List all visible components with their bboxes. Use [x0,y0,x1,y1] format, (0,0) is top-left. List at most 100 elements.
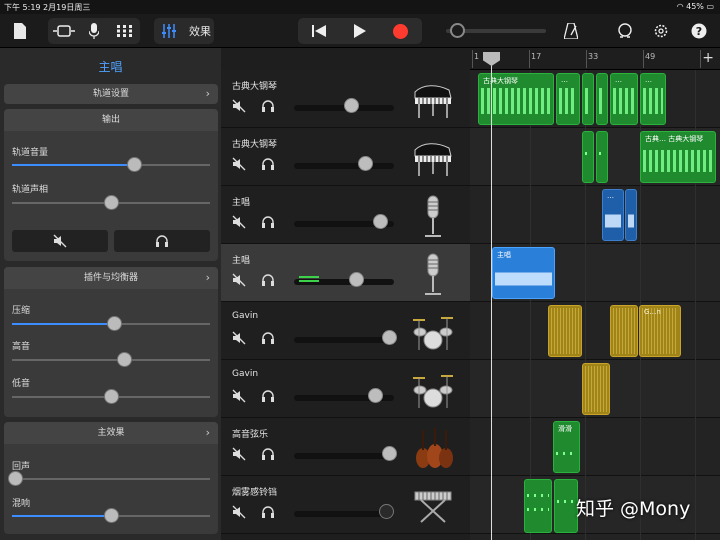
track-volume-knob[interactable] [348,272,364,287]
track-mute-icon[interactable] [231,330,247,346]
track-volume-slider[interactable] [12,157,210,172]
midi-region[interactable] [582,131,594,183]
midi-region[interactable] [554,479,578,533]
track-volume-knob[interactable] [343,98,359,113]
drummer-region[interactable]: G…n [639,305,681,357]
document-icon[interactable] [10,18,30,44]
track-header-6[interactable]: 高音弦乐 [221,418,470,476]
compressor-slider[interactable] [12,316,210,331]
drummer-region[interactable] [548,305,582,357]
help-icon[interactable]: ? [688,18,710,44]
ruler-bar-label: 33 [588,52,599,61]
track-pan-knob[interactable] [103,195,119,210]
master-effects-header[interactable]: 主效果 [4,422,218,444]
fx-button[interactable]: 效果 [186,18,214,44]
track-mute-icon[interactable] [231,98,247,114]
record-button[interactable] [380,18,421,44]
speaker-mute-icon [53,234,67,248]
microphone-icon[interactable] [82,18,106,44]
track-volume-knob[interactable] [357,156,373,171]
reverb-slider[interactable] [12,508,210,523]
track-mute-icon[interactable] [231,156,247,172]
solo-headphones-button[interactable] [114,230,210,252]
echo-slider[interactable] [8,471,210,486]
track-headphones-icon[interactable] [260,446,276,462]
midi-region[interactable] [524,479,552,533]
track-mute-icon[interactable] [231,446,247,462]
track-headphones-icon[interactable] [260,330,276,346]
echo-knob[interactable] [8,471,24,486]
track-headphones-icon[interactable] [260,388,276,404]
drum-kit-icon [413,317,453,350]
track-headphones-icon[interactable] [260,214,276,230]
track-header-3[interactable]: 主唱 [221,244,470,302]
track-header-4[interactable]: Gavin [221,302,470,360]
track-mute-icon[interactable] [231,388,247,404]
drummer-region[interactable] [610,305,638,357]
midi-region[interactable]: 古典大钢琴 [478,73,554,125]
reverb-knob[interactable] [103,508,119,523]
track-volume-slider[interactable] [294,163,394,169]
timeline-lane[interactable] [470,302,720,360]
midi-region[interactable]: 古典… 古典大钢琴 [640,131,716,183]
level-meter [299,280,319,282]
midi-region[interactable] [596,73,608,125]
play-button[interactable] [339,18,380,44]
grid-icon[interactable] [112,18,138,44]
track-mute-icon[interactable] [231,272,247,288]
track-header-2[interactable]: 主唱 [221,186,470,244]
midi-region[interactable] [596,131,608,183]
track-volume-knob[interactable] [381,330,397,345]
track-header-7[interactable]: 烟雾感铃铛 [221,476,470,534]
compressor-knob[interactable] [107,316,123,331]
track-volume-slider[interactable] [294,453,394,459]
mute-button[interactable] [12,230,108,252]
track-volume-knob[interactable] [378,504,394,519]
bass-knob[interactable] [103,389,119,404]
track-volume-knob[interactable] [127,157,143,172]
track-headphones-icon[interactable] [260,98,276,114]
midi-region[interactable]: … [640,73,666,125]
track-volume-slider[interactable] [294,337,394,343]
track-volume-knob[interactable] [381,446,397,461]
treble-slider[interactable] [12,352,210,367]
track-header-1[interactable]: 古典大钢琴 [221,128,470,186]
track-headphones-icon[interactable] [260,156,276,172]
audio-region[interactable] [625,189,637,241]
midi-region[interactable] [582,73,594,125]
add-track-plus-icon[interactable]: + [702,50,714,66]
track-mute-icon[interactable] [231,214,247,230]
status-bar: 下午 5:19 2月19日周三 ◠ 45% ▭ [0,0,720,14]
go-to-start-button[interactable] [298,18,339,44]
audio-region[interactable]: … [602,189,624,241]
metronome-icon[interactable] [560,18,582,44]
track-header-0[interactable]: 古典大钢琴 [221,70,470,128]
timeline-area[interactable]: 1 17 33 49 + 古典大钢琴 … … … 古典… 古典大钢琴 … 主唱 [470,48,720,540]
midi-region[interactable]: … [610,73,638,125]
song-position-knob[interactable] [450,23,465,38]
treble-knob[interactable] [117,352,133,367]
track-settings-row[interactable]: 轨道设置 › [4,84,218,104]
timeline-lane[interactable] [470,418,720,476]
plugins-eq-header[interactable]: 插件与均衡器 [4,267,218,289]
track-view-icon[interactable] [50,18,78,44]
bass-slider[interactable] [12,389,210,404]
output-section: 输出 轨道音量 轨道声相 [4,109,218,261]
playhead-line[interactable] [491,58,492,540]
track-volume-knob[interactable] [372,214,388,229]
audio-region[interactable]: 主唱 [492,247,555,299]
timeline-ruler[interactable]: 1 17 33 49 + [470,48,720,70]
drummer-region[interactable] [582,363,610,415]
track-pan-slider[interactable] [12,195,210,210]
midi-region[interactable]: 滑滑 [553,421,580,473]
track-mute-icon[interactable] [231,504,247,520]
track-headphones-icon[interactable] [260,272,276,288]
loop-icon[interactable] [614,18,636,44]
settings-gear-icon[interactable] [650,18,672,44]
track-volume-knob[interactable] [367,388,383,403]
timeline-lane[interactable] [470,186,720,244]
track-header-5[interactable]: Gavin [221,360,470,418]
track-headphones-icon[interactable] [260,504,276,520]
midi-region[interactable]: … [556,73,580,125]
mixer-sliders-icon[interactable] [158,18,180,44]
